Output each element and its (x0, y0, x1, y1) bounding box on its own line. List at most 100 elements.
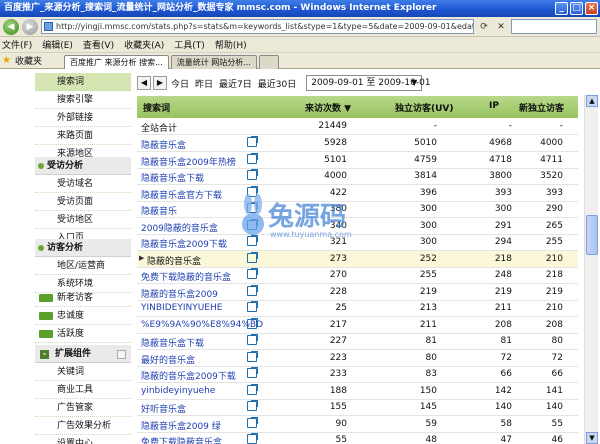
col-visits[interactable]: 来访次数 ▼ (305, 101, 351, 114)
external-link-icon[interactable] (247, 152, 258, 164)
new-tab-button[interactable] (258, 54, 279, 69)
keyword-link[interactable]: 隐蔽音乐盒下载 (141, 171, 204, 184)
table-row[interactable]: 隐蔽音乐盒官方下载 422 396 393 393 (137, 185, 578, 202)
minimize-icon[interactable]: _ (555, 2, 568, 15)
keyword-link[interactable]: 2009隐蔽的音乐盒 (141, 221, 218, 234)
sidebar-section-extensions[interactable]: - 扩展组件 (35, 345, 131, 363)
menu-view[interactable]: 查看(V) (83, 38, 114, 51)
close-icon[interactable]: × (585, 2, 598, 15)
forward-button[interactable]: ▶ (22, 18, 38, 35)
date-range-select[interactable]: 2009-09-01 至 2009-10-01 ▼ (306, 75, 431, 91)
today-link[interactable]: 今日 (169, 77, 191, 90)
table-row[interactable]: YINBIDEYINYUEHE 25 213 211 210 (137, 300, 578, 317)
col-new-uv[interactable]: 新独立访客 (519, 101, 564, 114)
table-row[interactable]: 2009隐蔽的音乐盒 340 300 291 265 (137, 218, 578, 235)
external-link-icon[interactable] (247, 367, 258, 378)
keyword-link[interactable]: 最好的音乐盒 (141, 353, 195, 366)
keyword-link[interactable]: 免费下载隐蔽的音乐盒 (141, 270, 231, 283)
external-link-icon[interactable] (247, 301, 258, 312)
search-box[interactable] (511, 19, 597, 34)
last30-link[interactable]: 最近30日 (256, 77, 298, 90)
table-row[interactable]: 免费下载隐蔽的音乐盒 270 255 248 218 (137, 267, 578, 284)
external-link-icon[interactable] (247, 317, 258, 329)
back-button[interactable]: ◀ (3, 18, 19, 35)
checkbox-icon[interactable] (117, 350, 126, 359)
col-uv[interactable]: 独立访客(UV) (395, 101, 454, 114)
sidebar-item-search-engines[interactable]: 搜索引擎 (35, 91, 131, 109)
table-row[interactable]: yinbideyinyuehe 188 150 142 141 (137, 383, 578, 400)
favorites-label[interactable]: 收藏夹 (15, 54, 42, 67)
sidebar-item-visited-regions[interactable]: 受访地区 (35, 211, 131, 229)
keyword-link[interactable]: 隐蔽的音乐盒 (147, 254, 201, 267)
keyword-link[interactable]: %E9%9A%90%E8%94%BD (141, 320, 263, 330)
keyword-link[interactable]: 免费下载隐蔽音乐盒 (141, 435, 222, 444)
external-link-icon[interactable] (247, 350, 258, 362)
external-link-icon[interactable] (247, 251, 258, 263)
url-field[interactable]: http://yingji.mmsc.com/stats.php?s=stats… (41, 19, 474, 34)
scroll-down-icon[interactable]: ▼ (586, 432, 598, 444)
sidebar-item-region-isp[interactable]: 地区/运营商 (35, 257, 131, 275)
external-link-icon[interactable] (247, 202, 258, 213)
sidebar-item-search-terms[interactable]: 搜索词 (35, 73, 131, 91)
sidebar-item-settings[interactable]: 设置中心 (35, 435, 131, 444)
sidebar-item-new-returning[interactable]: 新老访客 (35, 289, 131, 307)
external-link-icon[interactable] (247, 433, 258, 444)
keyword-link[interactable]: 隐蔽音乐盒 (141, 138, 186, 151)
keyword-link[interactable]: 隐蔽音乐盒2009 绿 (141, 419, 221, 432)
table-row[interactable]: 好听音乐盒 155 145 140 140 (137, 399, 578, 416)
table-row[interactable]: 隐蔽音乐盒2009下载 321 300 294 255 (137, 234, 578, 251)
external-link-icon[interactable] (247, 218, 258, 230)
sidebar-item-external-links[interactable]: 外部链接 (35, 109, 131, 127)
table-row[interactable]: 隐蔽音乐 380 300 300 290 (137, 201, 578, 218)
external-link-icon[interactable] (247, 334, 258, 345)
sidebar-item-referrer-pages[interactable]: 来路页面 (35, 127, 131, 145)
table-row[interactable]: 隐蔽音乐盒2009 绿 90 59 58 55 (137, 416, 578, 433)
tab-traffic[interactable]: 流量统计 网站分析... (170, 54, 257, 69)
keyword-link[interactable]: 隐蔽的音乐盒2009下载 (141, 369, 236, 382)
sidebar-item-visited-pages[interactable]: 受访页面 (35, 193, 131, 211)
keyword-link[interactable]: 隐蔽音乐盒2009年热榜 (141, 155, 236, 168)
menu-tools[interactable]: 工具(T) (174, 38, 205, 51)
sidebar-item-ad-effect[interactable]: 广告效果分析 (35, 417, 131, 435)
table-row[interactable]: 隐蔽的音乐盒2009下载 233 83 66 66 (137, 366, 578, 383)
external-link-icon[interactable] (247, 400, 258, 411)
sidebar-item-visited-domains[interactable]: 受访域名 (35, 175, 131, 193)
scroll-up-icon[interactable]: ▲ (586, 95, 598, 107)
sidebar-item-business-tools[interactable]: 商业工具 (35, 381, 131, 399)
maximize-icon[interactable]: □ (570, 2, 583, 15)
menu-help[interactable]: 帮助(H) (215, 38, 247, 51)
sidebar-group-visited[interactable]: 受访分析 (35, 157, 131, 175)
keyword-link[interactable]: YINBIDEYINYUEHE (141, 303, 222, 313)
star-icon[interactable]: ★ (2, 55, 11, 66)
external-link-icon[interactable] (247, 136, 258, 147)
table-row[interactable]: 隐蔽的音乐盒2009 228 219 219 219 (137, 284, 578, 301)
vertical-scrollbar[interactable]: ▲ ▼ (584, 95, 598, 444)
prev-period-button[interactable]: ◀ (137, 76, 151, 90)
table-row[interactable]: 隐蔽音乐盒 5928 5010 4968 4000 (137, 135, 578, 152)
col-ip[interactable]: IP (489, 101, 499, 111)
keyword-link[interactable]: 隐蔽音乐盒2009下载 (141, 237, 227, 250)
tab-stats[interactable]: 百度推广 来源分析 搜索... (63, 54, 169, 69)
table-row[interactable]: %E9%9A%90%E8%94%BD 217 211 208 208 (137, 317, 578, 334)
table-row[interactable]: 最好的音乐盒 223 80 72 72 (137, 350, 578, 367)
col-keyword[interactable]: 搜索词 (143, 101, 170, 114)
table-row[interactable]: 隐蔽音乐盒下载 227 81 81 80 (137, 333, 578, 350)
external-link-icon[interactable] (247, 268, 258, 279)
scroll-thumb[interactable] (586, 215, 598, 255)
yesterday-link[interactable]: 昨日 (193, 77, 215, 90)
last7-link[interactable]: 最近7日 (217, 77, 254, 90)
keyword-link[interactable]: 隐蔽音乐 (141, 204, 177, 217)
sidebar-item-keywords[interactable]: 关键词 (35, 363, 131, 381)
sidebar-item-ad-manager[interactable]: 广告管家 (35, 399, 131, 417)
keyword-link[interactable]: yinbideyinyuehe (141, 386, 215, 396)
menu-file[interactable]: 文件(F) (2, 38, 32, 51)
external-link-icon[interactable] (247, 383, 258, 395)
table-row[interactable]: 隐蔽音乐盒2009年热榜 5101 4759 4718 4711 (137, 152, 578, 169)
keyword-link[interactable]: 好听音乐盒 (141, 402, 186, 415)
keyword-link[interactable]: 隐蔽的音乐盒2009 (141, 287, 218, 300)
table-row[interactable]: 免费下载隐蔽音乐盒 55 48 47 46 (137, 432, 578, 444)
stop-icon[interactable]: ✕ (494, 20, 508, 34)
sidebar-item-activity[interactable]: 活跃度 (35, 325, 131, 343)
table-row[interactable]: ▶ 隐蔽的音乐盒 273 252 218 210 (137, 250, 578, 268)
external-link-icon[interactable] (247, 169, 258, 180)
